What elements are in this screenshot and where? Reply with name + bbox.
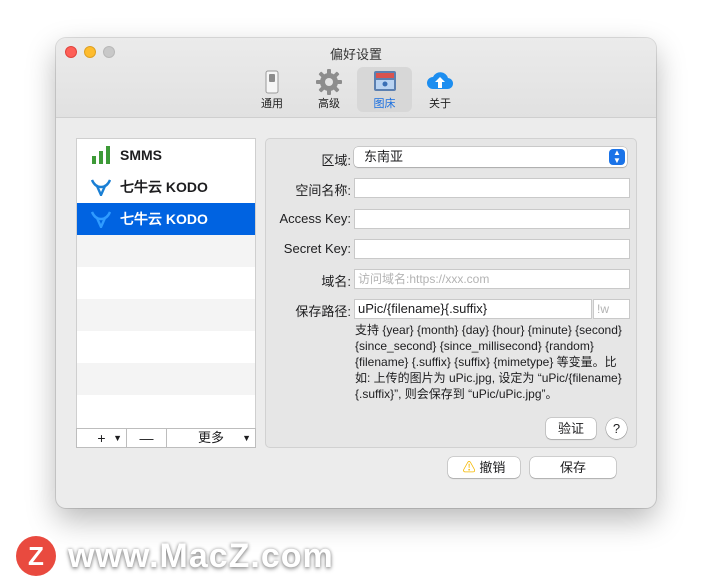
tab-advanced[interactable]: 高级 (309, 67, 349, 112)
list-empty-row (77, 331, 255, 363)
titlebar: 偏好设置 通用 高级 图床 关于 (56, 38, 656, 118)
host-settings-panel: 区域: 东南亚 ▲ ▼ 空间名称: Access Key: Secret Key:… (265, 138, 637, 448)
access-key-input[interactable] (354, 209, 630, 229)
tab-general-label: 通用 (261, 98, 283, 110)
remove-host-button[interactable]: — (127, 429, 167, 447)
switch-icon (265, 70, 279, 94)
verify-button[interactable]: 验证 (546, 418, 596, 439)
list-item-qiniu-kodo-selected[interactable]: 七牛云 KODO (77, 203, 255, 235)
image-host-icon (373, 71, 396, 91)
save-path-label: 保存路径: (295, 304, 351, 319)
list-item-label: 七牛云 KODO (120, 179, 208, 195)
secret-key-label: Secret Key: (283, 241, 351, 256)
host-list: SMMS 七牛云 KODO 七牛云 KODO (76, 138, 256, 430)
list-empty-row (77, 363, 255, 395)
access-key-label: Access Key: (279, 211, 351, 226)
more-menu-label: 更多 (197, 430, 224, 445)
tab-image-host[interactable]: 图床 (357, 67, 412, 112)
domain-input[interactable]: 访问域名:https://xxx.com (354, 269, 630, 289)
tab-advanced-label: 高级 (318, 98, 340, 110)
bucket-label: 空间名称: (295, 183, 351, 198)
watermark-text: www.MacZ.com (68, 536, 334, 575)
bucket-input[interactable] (354, 178, 630, 198)
revert-button-label: 撤销 (479, 460, 506, 475)
region-select[interactable]: 东南亚 ▲ ▼ (354, 147, 627, 167)
qiniu-icon (91, 211, 111, 228)
list-empty-row (77, 299, 255, 331)
add-host-label: + (97, 430, 106, 446)
help-button[interactable]: ? (606, 418, 627, 439)
save-path-input[interactable]: uPic/{filename}{.suffix} (354, 299, 592, 319)
region-label: 区域: (321, 153, 351, 168)
list-item-qiniu-kodo[interactable]: 七牛云 KODO (77, 171, 255, 203)
watermark: Z www.MacZ.com (16, 534, 334, 578)
add-host-button[interactable]: + ▼ (77, 429, 127, 447)
tab-about[interactable]: 关于 (422, 67, 458, 112)
list-empty-row (77, 235, 255, 267)
region-select-value: 东南亚 (364, 149, 404, 164)
list-empty-row (77, 267, 255, 299)
preferences-window: 偏好设置 通用 高级 图床 关于 SMMS 七牛云 KODO 七牛云 KODO … (56, 38, 656, 508)
secret-key-input[interactable] (354, 239, 630, 259)
list-empty-row (77, 395, 255, 431)
content-area: SMMS 七牛云 KODO 七牛云 KODO + ▼ — 更多 ▼ 区域: 东南… (56, 119, 656, 508)
macz-logo: Z (16, 536, 56, 576)
cloud-upload-icon (427, 72, 454, 90)
tab-image-host-label: 图床 (373, 98, 396, 110)
warning-icon: ⚠ (462, 460, 476, 475)
qiniu-icon (91, 179, 111, 196)
more-menu-button[interactable]: 更多 ▼ (167, 429, 255, 447)
domain-label: 域名: (321, 274, 351, 289)
list-item-smms[interactable]: SMMS (77, 139, 255, 171)
variables-help-text: 支持 {year} {month} {day} {hour} {minute} … (355, 323, 622, 401)
up-down-chevron-icon: ▲ ▼ (609, 149, 625, 165)
chevron-down-icon: ▼ (242, 433, 251, 443)
list-footer: + ▼ — 更多 ▼ (76, 428, 256, 448)
gear-icon (316, 69, 342, 95)
list-item-label: SMMS (120, 147, 162, 163)
list-item-label: 七牛云 KODO (120, 211, 208, 227)
tab-general[interactable]: 通用 (255, 67, 289, 112)
revert-button[interactable]: ⚠ 撤销 (448, 457, 520, 478)
save-button[interactable]: 保存 (530, 457, 616, 478)
path-suffix-input[interactable]: !w (593, 299, 630, 319)
window-title: 偏好设置 (329, 47, 382, 62)
chevron-down-icon: ▼ (113, 433, 122, 443)
signal-bars-icon (92, 146, 110, 164)
tab-about-label: 关于 (429, 98, 451, 110)
